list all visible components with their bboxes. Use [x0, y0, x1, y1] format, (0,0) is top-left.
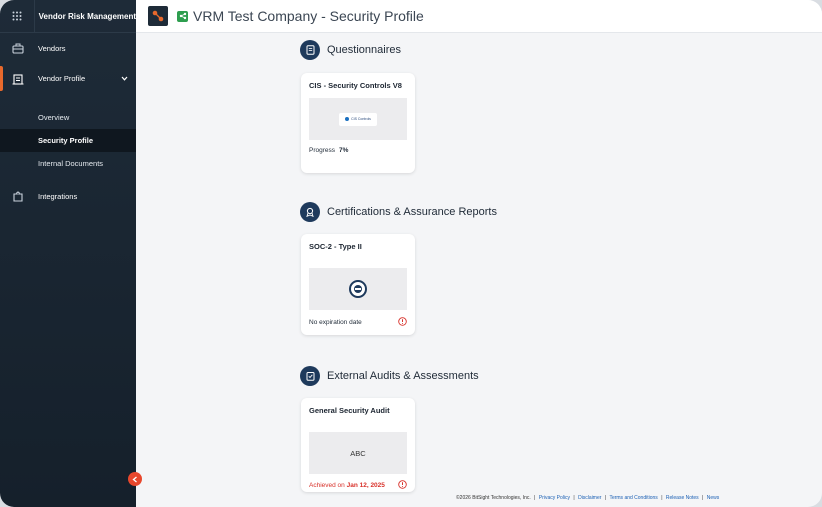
card-title: CIS - Security Controls V8 [309, 81, 402, 90]
app-grid-icon[interactable] [0, 0, 35, 33]
section-questionnaires: Questionnaires [300, 40, 401, 60]
card-title: SOC-2 - Type II [309, 242, 362, 251]
sidebar-subitem-internal-documents[interactable]: Internal Documents [0, 152, 136, 175]
progress-value: 7% [339, 147, 349, 154]
expiration-status: No expiration date [309, 319, 362, 326]
questionnaire-card[interactable]: CIS - Security Controls V8 CIS Controls … [301, 73, 415, 173]
warning-icon [398, 480, 407, 491]
certification-card[interactable]: SOC-2 - Type II No expiration date [301, 234, 415, 335]
card-footer: Progress 7% [309, 147, 407, 154]
sidebar-item-vendor-profile[interactable]: Vendor Profile [0, 63, 136, 94]
clipboard-icon [300, 366, 320, 386]
card-thumbnail: ABC [309, 432, 407, 474]
sidebar: Vendor Risk Management Vendors Vendor Pr… [0, 0, 142, 507]
card-footer: Achieved on Jan 12, 2025 [309, 480, 407, 491]
vendor-logo [148, 6, 168, 26]
app-title: Vendor Risk Management [38, 11, 136, 21]
audit-card[interactable]: General Security Audit ABC Achieved on J… [301, 398, 415, 492]
share-icon [177, 10, 188, 22]
warning-icon [398, 317, 407, 328]
section-certifications: Certifications & Assurance Reports [300, 202, 497, 222]
sidebar-item-vendors[interactable]: Vendors [0, 33, 136, 63]
sidebar-subitem-security-profile[interactable]: Security Profile [0, 129, 136, 152]
card-thumbnail [309, 268, 407, 310]
copyright-text: ©2026 BitSight Technologies, Inc. [456, 495, 531, 501]
chevron-left-icon [132, 470, 138, 488]
briefcase-icon [0, 43, 36, 54]
card-title: General Security Audit [309, 406, 390, 415]
footer-link-release-notes[interactable]: Release Notes [666, 495, 699, 501]
achieved-label: Achieved on [309, 482, 345, 489]
app-window: Vendor Risk Management Vendors Vendor Pr… [0, 0, 822, 507]
card-thumbnail: CIS Controls [309, 98, 407, 140]
page-header: VRM Test Company - Security Profile [136, 0, 822, 33]
soc-seal-icon [349, 280, 367, 298]
footer-link-privacy[interactable]: Privacy Policy [539, 495, 570, 501]
sidebar-item-integrations[interactable]: Integrations [0, 181, 136, 211]
page-title: VRM Test Company - Security Profile [193, 8, 424, 24]
sidebar-item-label: Vendor Profile [38, 74, 86, 83]
section-title: Certifications & Assurance Reports [327, 206, 497, 218]
section-title: Questionnaires [327, 44, 401, 56]
sidebar-header: Vendor Risk Management [0, 0, 136, 33]
section-external-audits: External Audits & Assessments [300, 366, 479, 386]
achieved-date: Jan 12, 2025 [346, 482, 385, 489]
collapse-sidebar-button[interactable] [128, 472, 142, 486]
footer-link-news[interactable]: News [707, 495, 720, 501]
cis-controls-logo: CIS Controls [339, 112, 377, 126]
certificate-icon [300, 202, 320, 222]
sidebar-item-label: Vendors [38, 43, 66, 53]
progress-label: Progress [309, 147, 336, 154]
footer-link-disclaimer[interactable]: Disclaimer [578, 495, 601, 501]
chevron-down-icon[interactable] [121, 74, 128, 83]
sidebar-item-label: Integrations [38, 191, 78, 201]
document-icon [300, 40, 320, 60]
sidebar-subitem-overview[interactable]: Overview [0, 106, 136, 129]
building-icon [0, 73, 36, 85]
section-title: External Audits & Assessments [327, 370, 479, 382]
page-footer: ©2026 BitSight Technologies, Inc. | Priv… [456, 495, 720, 501]
puzzle-icon [0, 190, 36, 202]
thumbnail-text: ABC [350, 448, 366, 458]
footer-link-terms[interactable]: Terms and Conditions [609, 495, 657, 501]
card-footer: No expiration date [309, 317, 407, 328]
